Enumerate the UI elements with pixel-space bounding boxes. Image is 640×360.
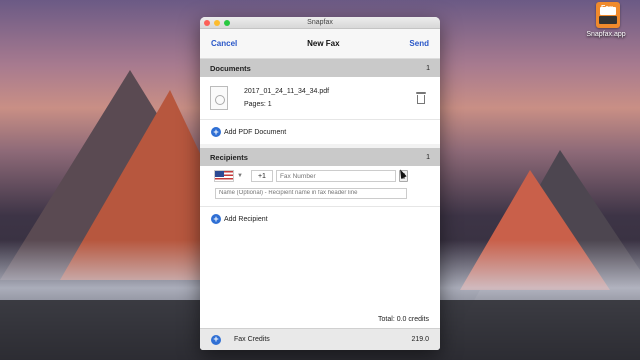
send-button[interactable]: Send — [409, 39, 429, 48]
us-flag-icon[interactable] — [214, 170, 234, 182]
recipients-section-header: Recipients 1 — [200, 148, 440, 166]
title-bar: Snapfax — [200, 17, 440, 29]
chevron-down-icon[interactable]: ▼ — [237, 173, 243, 179]
page-title: New Fax — [307, 39, 340, 48]
add-recipient-button[interactable]: + Add Recipient — [200, 207, 440, 231]
zoom-window-button[interactable] — [224, 20, 230, 26]
document-info: 2017_01_24_11_34_34.pdf Pages: 1 — [244, 88, 329, 108]
fax-credits-footer: + Fax Credits 219.0 — [200, 328, 440, 350]
close-window-button[interactable] — [204, 20, 210, 26]
desktop-icon-label: Snapfax.app — [586, 31, 626, 38]
plus-circle-icon: + — [211, 127, 221, 137]
trash-lid — [416, 92, 426, 94]
country-code-field[interactable]: +1 — [250, 170, 273, 182]
documents-section-header: Documents 1 — [200, 59, 440, 77]
add-pdf-document-label: Add PDF Document — [224, 128, 287, 136]
document-page-count: Pages: 1 — [244, 101, 272, 108]
document-file-name: 2017_01_24_11_34_34.pdf — [244, 88, 330, 95]
recipients-count: 1 — [426, 153, 430, 161]
traffic-lights — [204, 20, 230, 26]
nav-bar: Cancel New Fax Send — [200, 29, 440, 59]
snapfax-app-desktop-icon[interactable]: Fax Snapfax.app — [586, 2, 628, 38]
cancel-button[interactable]: Cancel — [211, 39, 237, 48]
document-row[interactable]: 2017_01_24_11_34_34.pdf Pages: 1 — [200, 77, 440, 120]
fax-machine-icon: Fax — [596, 2, 620, 28]
add-recipient-label: Add Recipient — [224, 215, 268, 223]
empty-area — [200, 231, 440, 312]
add-pdf-document-button[interactable]: + Add PDF Document — [200, 120, 440, 144]
window-title: Snapfax — [307, 19, 333, 26]
document-thumbnail-icon — [210, 86, 228, 110]
fax-icon-caption: Fax — [601, 5, 614, 12]
recipients-header-label: Recipients — [210, 152, 248, 162]
total-credits: Total: 0.0 credits — [378, 316, 429, 323]
plus-circle-icon[interactable]: + — [211, 334, 221, 345]
fax-credits-label: Fax Credits — [234, 336, 270, 343]
fax-credits-amount: 219.0 — [411, 336, 429, 343]
documents-count: 1 — [426, 64, 430, 72]
snapfax-window: Snapfax Cancel New Fax Send Documents 1 … — [200, 17, 440, 350]
trash-can — [417, 95, 425, 104]
documents-header-label: Documents — [210, 63, 251, 73]
recipient-name-row — [200, 186, 440, 200]
recipient-name-input[interactable] — [215, 187, 407, 199]
form-content: Documents 1 2017_01_24_11_34_34.pdf Page… — [200, 59, 440, 350]
fax-number-input[interactable] — [275, 170, 396, 182]
minimize-window-button[interactable] — [214, 20, 220, 26]
trash-icon[interactable] — [416, 92, 426, 104]
plus-circle-icon: + — [211, 214, 221, 224]
